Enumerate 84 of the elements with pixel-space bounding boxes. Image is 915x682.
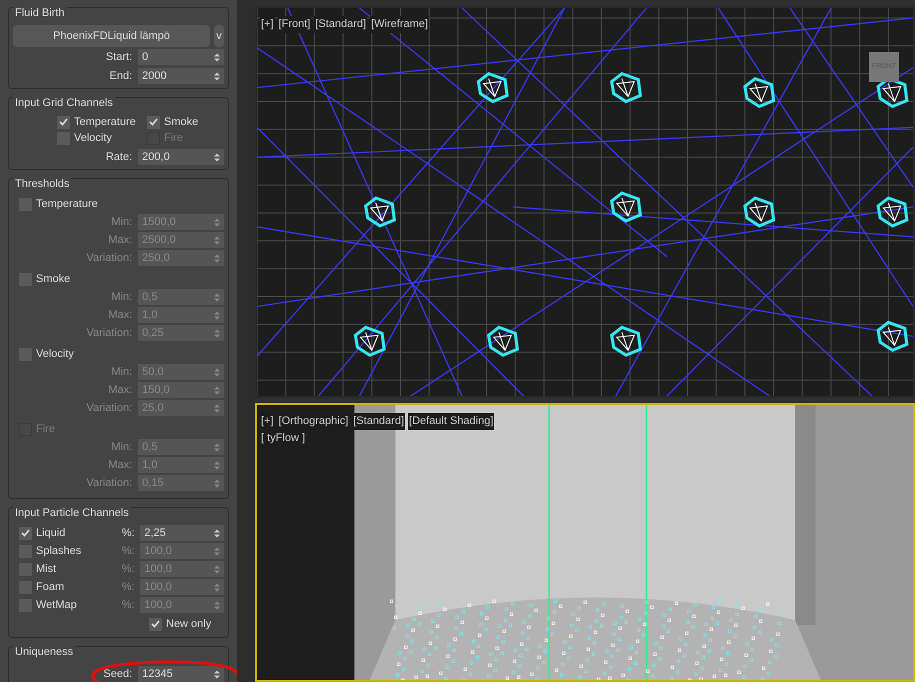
checkbox-label: Velocity <box>74 130 112 146</box>
checkbox-label: Velocity <box>36 346 74 362</box>
checkbox-label: Liquid <box>36 526 66 541</box>
field-label: Max: <box>107 232 134 248</box>
checkbox-label: New only <box>166 616 212 632</box>
spinner-field[interactable]: 0 <box>138 49 224 65</box>
viewport-label[interactable]: [+] <box>260 16 275 32</box>
checkmark-icon <box>149 118 158 126</box>
group-title: Fluid Birth <box>13 7 67 19</box>
field-label: Min: <box>110 364 134 380</box>
viewport-label[interactable]: [+] <box>260 413 275 430</box>
spinner-arrows-icon[interactable] <box>214 670 220 678</box>
checkmark-icon <box>151 620 160 628</box>
spinner-arrows-icon[interactable] <box>214 152 220 162</box>
field-label: Variation: <box>86 400 134 416</box>
spinner-arrows-icon[interactable] <box>214 218 220 226</box>
checkbox-label: WetMap <box>36 598 77 613</box>
checkbox-label: Smoke <box>36 272 70 287</box>
group-title: Input Grid Channels <box>13 97 115 109</box>
field-label: %: <box>122 544 136 559</box>
spinner-arrows-icon[interactable] <box>214 368 220 376</box>
spinner-arrows-icon[interactable] <box>214 528 220 538</box>
spinner-arrows-icon[interactable] <box>214 460 220 470</box>
field-label: Max: <box>107 458 134 473</box>
field-label: %: <box>122 562 136 577</box>
viewport-label[interactable]: [Orthographic] <box>278 413 350 430</box>
field-label: Max: <box>107 308 134 323</box>
spinner-arrows-icon[interactable] <box>214 404 220 412</box>
field-label: Min: <box>110 290 134 305</box>
checkmark-icon <box>21 529 30 537</box>
field-label: %: <box>122 598 136 613</box>
checkbox[interactable] <box>57 116 70 128</box>
source-button[interactable]: PhoenixFDLiquid lämpö <box>13 25 210 47</box>
field-label: Variation: <box>86 326 134 341</box>
viewport-label[interactable]: [ tyFlow ] <box>260 430 306 446</box>
spinner-arrows-icon[interactable] <box>214 478 220 488</box>
viewport-label[interactable]: [Front] <box>278 16 312 32</box>
field-label: Min: <box>110 214 134 230</box>
spinner-arrows-icon[interactable] <box>214 582 220 592</box>
field-label: End: <box>108 68 134 84</box>
viewport-label[interactable]: [Standard] <box>314 16 368 32</box>
spinner-arrows-icon[interactable] <box>214 310 220 320</box>
field-label: Max: <box>107 382 134 398</box>
spinner-arrows-icon[interactable] <box>214 328 220 338</box>
spinner-arrows-icon[interactable] <box>214 236 220 244</box>
checkbox-label: Smoke <box>164 114 198 130</box>
spinner-arrows-icon[interactable] <box>214 292 220 302</box>
group-title: Input Particle Channels <box>13 507 131 519</box>
viewport[interactable]: [+] [Orthographic] [Standard] [Default Shading] [ tyFlow ] <box>255 403 915 682</box>
checkbox[interactable] <box>19 526 32 540</box>
spinner-field[interactable]: 2000 <box>138 68 224 84</box>
field-label: Start: <box>104 50 134 65</box>
spinner-arrows-icon[interactable] <box>214 52 220 62</box>
checkmark-icon <box>59 118 68 126</box>
checkbox-label: Mist <box>36 562 56 577</box>
field-label: Rate: <box>104 150 134 165</box>
spinner-arrows-icon[interactable] <box>214 254 220 262</box>
field-label: %: <box>122 526 136 541</box>
group-title: Uniqueness <box>13 646 76 658</box>
checkbox[interactable] <box>147 116 160 128</box>
menu-button[interactable]: v <box>214 25 224 47</box>
checkbox-label: Temperature <box>74 114 136 130</box>
spinner-arrows-icon[interactable] <box>214 564 220 574</box>
field-label: Variation: <box>86 250 134 266</box>
viewport-label[interactable]: [Wireframe] <box>370 16 429 32</box>
field-label: Variation: <box>86 476 134 491</box>
checkbox-label: Splashes <box>36 544 82 559</box>
checkbox-label: Temperature <box>36 196 98 212</box>
spinner-arrows-icon[interactable] <box>214 72 220 80</box>
field-label: %: <box>122 580 136 595</box>
viewport-label[interactable]: [Default Shading] <box>408 413 494 430</box>
spinner-field[interactable]: 200,0 <box>138 149 224 165</box>
group-title: Thresholds <box>13 178 72 190</box>
viewport-label[interactable]: [Standard] <box>352 413 406 430</box>
spinner-field[interactable]: 2,25 <box>140 525 224 541</box>
spinner-arrows-icon[interactable] <box>214 442 220 452</box>
field-label: Min: <box>110 440 134 455</box>
checkbox[interactable] <box>149 618 162 630</box>
spinner-arrows-icon[interactable] <box>214 600 220 610</box>
field-label: Seed: <box>102 666 134 682</box>
spinner-arrows-icon[interactable] <box>214 386 220 394</box>
spinner-field[interactable]: 12345 <box>138 666 224 682</box>
spinner-arrows-icon[interactable] <box>214 546 220 556</box>
checkbox-label: Foam <box>36 580 64 595</box>
